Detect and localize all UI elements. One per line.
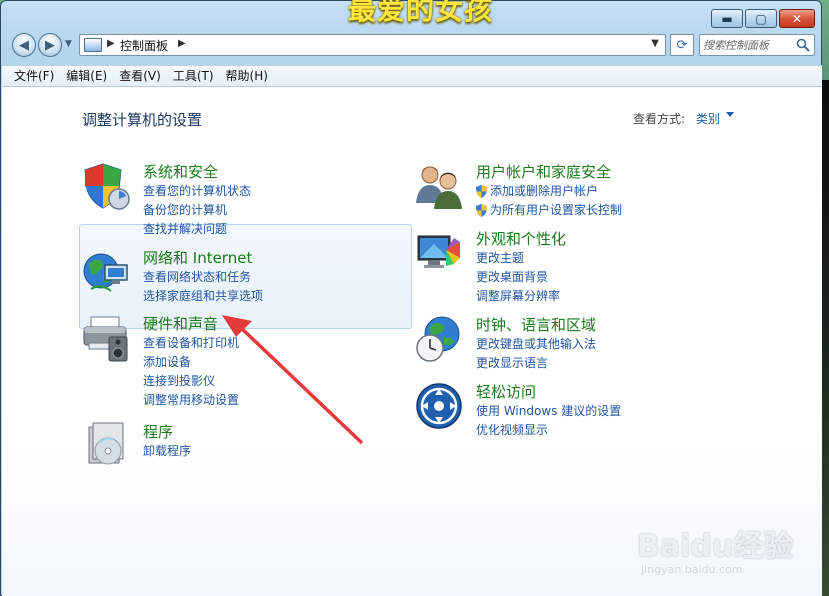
category-links: 更改键盘或其他输入法 更改显示语言	[476, 335, 596, 373]
arrow-right-icon: ▶	[45, 37, 55, 53]
address-bar[interactable]: ▶ 控制面板 ▶ ▼	[79, 34, 666, 56]
link-find-fix-problems[interactable]: 查找并解决问题	[143, 220, 251, 239]
watermark-brand: Baidu经验	[637, 529, 794, 564]
back-button[interactable]: ◀	[12, 33, 36, 57]
link-optimize-display[interactable]: 优化视频显示	[476, 421, 621, 440]
category-title[interactable]: 程序	[143, 421, 173, 442]
search-box	[699, 34, 815, 56]
close-button[interactable]: ✕	[779, 9, 815, 28]
link-change-background[interactable]: 更改桌面背景	[476, 268, 560, 287]
category-title[interactable]: 网络和 Internet	[143, 247, 252, 268]
menu-view[interactable]: 查看(V)	[113, 66, 167, 86]
category-links: 使用 Windows 建议的设置 优化视频显示	[476, 402, 621, 440]
window-controls: ▬ ▢ ✕	[711, 9, 815, 28]
menu-help[interactable]: 帮助(H)	[220, 66, 274, 86]
breadcrumb-chevron-icon[interactable]: ▶	[107, 38, 115, 49]
monitor-palette-icon	[417, 235, 460, 268]
view-by-dropdown[interactable]: 类别	[696, 110, 720, 127]
ease-of-access-icon	[416, 383, 462, 429]
category-title[interactable]: 外观和个性化	[476, 228, 566, 249]
link-homegroup-sharing[interactable]: 选择家庭组和共享选项	[143, 287, 263, 306]
forward-button[interactable]: ▶	[38, 33, 62, 57]
uac-shield-icon	[476, 185, 487, 198]
category-title[interactable]: 轻松访问	[476, 381, 536, 402]
category-title[interactable]: 时钟、语言和区域	[476, 314, 596, 335]
link-recommended-settings[interactable]: 使用 Windows 建议的设置	[476, 402, 621, 421]
link-view-computer-status[interactable]: 查看您的计算机状态	[143, 182, 251, 201]
programs-disc-icon	[88, 422, 124, 465]
menu-edit[interactable]: 编辑(E)	[60, 66, 113, 86]
link-view-network-status[interactable]: 查看网络状态和任务	[143, 268, 263, 287]
minimize-button[interactable]: ▬	[711, 9, 743, 28]
link-screen-resolution[interactable]: 调整屏幕分辨率	[476, 287, 560, 306]
view-by-arrow-icon[interactable]	[726, 112, 734, 117]
shield-security-icon	[84, 163, 130, 210]
category-title[interactable]: 用户帐户和家庭安全	[476, 161, 611, 182]
category-links: 卸载程序	[143, 442, 191, 461]
maximize-button[interactable]: ▢	[745, 9, 777, 28]
view-by-label: 查看方式:	[633, 112, 686, 126]
recent-pages-dropdown[interactable]: ▼	[65, 39, 72, 49]
page-title: 调整计算机的设置	[82, 111, 203, 129]
breadcrumb-chevron-icon[interactable]: ▶	[178, 38, 186, 49]
search-icon[interactable]	[796, 38, 810, 52]
refresh-button[interactable]: ⟳	[670, 34, 694, 56]
navigation-bar: ◀ ▶ ▼ ▶ 控制面板 ▶ ▼ ⟳	[9, 33, 815, 59]
network-globe-icon	[83, 253, 128, 292]
category-title[interactable]: 系统和安全	[143, 161, 218, 182]
uac-shield-icon	[476, 204, 487, 217]
category-links: 查看网络状态和任务 选择家庭组和共享选项	[143, 268, 263, 306]
watermark-url: jingyan.baidu.com	[641, 563, 743, 576]
category-title[interactable]: 硬件和声音	[143, 313, 218, 334]
annotation-arrow	[222, 315, 364, 445]
control-panel-window: ▬ ▢ ✕ ◀ ▶ ▼ ▶ 控制面板 ▶ ▼ ⟳ 文件(F) 编辑(E) 查看(…	[0, 0, 822, 596]
breadcrumb-control-panel[interactable]: 控制面板	[120, 37, 168, 54]
menu-tools[interactable]: 工具(T)	[167, 66, 220, 86]
link-change-keyboards[interactable]: 更改键盘或其他输入法	[476, 335, 596, 354]
arrow-left-icon: ◀	[19, 37, 29, 53]
control-panel-icon	[84, 38, 102, 52]
link-change-theme[interactable]: 更改主题	[476, 249, 560, 268]
link-backup-computer[interactable]: 备份您的计算机	[143, 201, 251, 220]
link-add-remove-accounts[interactable]: 添加或删除用户帐户	[476, 182, 622, 201]
refresh-icon: ⟳	[676, 37, 688, 53]
link-display-language[interactable]: 更改显示语言	[476, 354, 596, 373]
link-label: 为所有用户设置家长控制	[490, 203, 623, 217]
printer-speaker-icon	[83, 316, 128, 362]
link-uninstall-program[interactable]: 卸载程序	[143, 442, 191, 461]
link-parental-controls[interactable]: 为所有用户设置家长控制	[476, 201, 622, 220]
menu-bar: 文件(F) 编辑(E) 查看(V) 工具(T) 帮助(H)	[2, 65, 822, 87]
category-links: 添加或删除用户帐户 为所有用户设置家长控制	[476, 182, 622, 220]
overlay-caption: 最爱的女孩	[348, 0, 494, 26]
clock-globe-icon	[416, 316, 460, 362]
link-label: 添加或删除用户帐户	[490, 184, 599, 198]
category-links: 查看您的计算机状态 备份您的计算机 查找并解决问题	[143, 182, 251, 239]
users-icon	[416, 166, 462, 209]
category-links: 更改主题 更改桌面背景 调整屏幕分辨率	[476, 249, 560, 306]
address-dropdown-icon[interactable]: ▼	[651, 38, 659, 49]
search-input[interactable]	[703, 37, 795, 53]
menu-file[interactable]: 文件(F)	[8, 66, 60, 86]
watermark: Baidu经验 jingyan.baidu.com	[637, 503, 793, 583]
